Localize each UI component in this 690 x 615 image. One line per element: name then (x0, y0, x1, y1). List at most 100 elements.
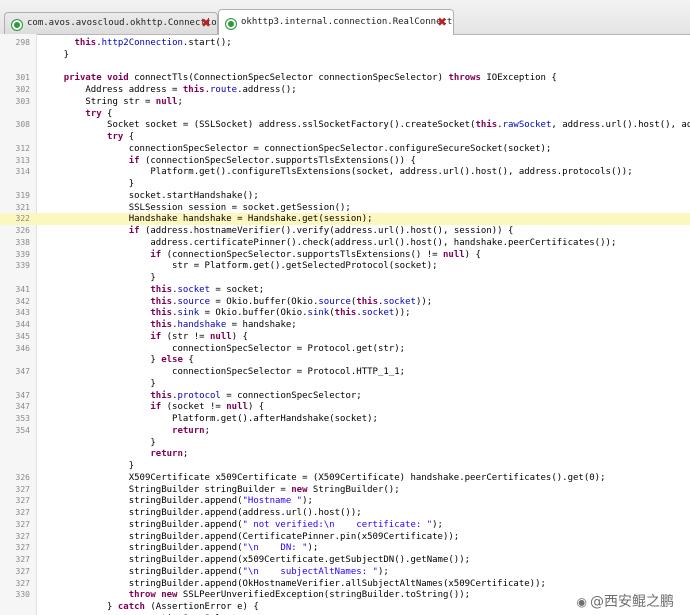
code-line[interactable]: } else { (0, 354, 690, 366)
code-line[interactable]: 327 stringBuilder.append("Hostname "); (0, 495, 690, 507)
code-line[interactable]: 338 address.certificatePinner().check(ad… (0, 237, 690, 249)
line-number: 327 (15, 484, 30, 494)
code-text: stringBuilder.append(x509Certificate.get… (42, 555, 471, 565)
code-text: stringBuilder.append(CertificatePinner.p… (42, 531, 460, 542)
code-line[interactable]: 347 this.protocol = connectionSpecSelect… (0, 390, 690, 402)
line-number: 327 (15, 566, 30, 576)
code-line[interactable]: try { (0, 131, 690, 143)
code-line[interactable]: 353 Platform.get().afterHandshake(socket… (0, 413, 690, 425)
code-line[interactable]: 327 stringBuilder.append("\n DN: "); (0, 542, 690, 554)
code-line[interactable]: 344 this.handshake = handshake; (0, 319, 690, 331)
code-line[interactable]: 308 Socket socket = (SSLSocket) address.… (0, 119, 690, 131)
code-text: } (42, 49, 70, 60)
code-line[interactable] (0, 61, 690, 73)
code-line[interactable]: 327 stringBuilder.append(" not verified:… (0, 519, 690, 531)
code-line[interactable]: return; (0, 448, 690, 460)
code-line[interactable]: } (0, 178, 690, 190)
code-editor[interactable]: 298 this.http2Connection.start(); } 301 p… (0, 34, 690, 615)
code-line[interactable]: 345 if (str != null) { (0, 331, 690, 343)
line-number: 303 (15, 96, 30, 106)
tab-label: com.avos.avoscloud.okhttp.Connection (27, 18, 218, 28)
code-line[interactable]: 341 this.socket = socket; (0, 284, 690, 296)
line-number: 347 (15, 367, 30, 376)
code-line[interactable]: 327 stringBuilder.append(OkHostnameVerif… (0, 578, 690, 590)
code-line[interactable]: 354 return; (0, 425, 690, 437)
code-text: Socket socket = (SSLSocket) address.sslS… (42, 120, 690, 131)
code-line[interactable]: 319 socket.startHandshake(); (0, 190, 690, 202)
line-number: 347 (15, 402, 30, 412)
editor-tab-bar: com.avos.avoscloud.okhttp.Connection ✖ o… (0, 0, 690, 35)
line-number: 344 (15, 320, 30, 329)
code-text: stringBuilder.append(OkHostnameVerifier.… (42, 578, 546, 589)
code-line[interactable]: 347 connectionSpecSelector = Protocol.HT… (0, 366, 690, 378)
tab-real-connection[interactable]: okhttp3.internal.connection.RealConnecti… (218, 9, 454, 35)
code-line[interactable]: 326 if (address.hostnameVerifier().verif… (0, 225, 690, 237)
code-line[interactable]: 327 stringBuilder.append("\n subjectAltN… (0, 566, 690, 578)
line-number: 302 (15, 85, 30, 94)
code-line[interactable]: 298 this.http2Connection.start(); (0, 37, 690, 49)
line-number: 326 (15, 226, 30, 235)
close-icon[interactable]: ✖ (201, 16, 211, 30)
tab-connection[interactable]: com.avos.avoscloud.okhttp.Connection ✖ (4, 12, 218, 34)
code-text: str = Platform.get().getSelectedProtocol… (42, 261, 438, 272)
close-icon[interactable]: ✖ (437, 15, 447, 29)
code-line[interactable]: 301 private void connectTls(ConnectionSp… (0, 72, 690, 84)
code-line[interactable]: 314 Platform.get().configureTlsExtension… (0, 166, 690, 178)
code-line[interactable]: } (0, 49, 690, 61)
code-line[interactable]: 346 connectionSpecSelector = Protocol.ge… (0, 343, 690, 355)
code-text: Platform.get().configureTlsExtensions(so… (42, 167, 633, 178)
code-line[interactable]: 327 StringBuilder stringBuilder = new St… (0, 484, 690, 496)
code-line[interactable]: 302 Address address = this.route.address… (0, 84, 690, 96)
line-number: 338 (15, 237, 30, 247)
code-text: } (42, 179, 135, 189)
code-text: connectionSpecSelector = Protocol.get(st… (42, 343, 406, 354)
code-line[interactable]: 322 Handshake handshake = Handshake.get(… (0, 213, 690, 226)
tab-label: okhttp3.internal.connection.RealConnecti… (241, 17, 454, 27)
line-number: 327 (15, 519, 30, 529)
line-number: 354 (15, 425, 30, 435)
code-text: if (connectionSpecSelector.supportsTlsEx… (128, 155, 416, 166)
code-text: } (42, 273, 156, 283)
line-number: 339 (15, 261, 30, 271)
code-text: return; (150, 449, 189, 460)
code-line[interactable]: 347 if (socket != null) { (0, 401, 690, 413)
line-number: 314 (15, 167, 30, 177)
line-number: 327 (15, 508, 30, 517)
code-line[interactable]: 327 stringBuilder.append(x509Certificate… (0, 554, 690, 566)
line-number: 347 (15, 390, 30, 400)
line-number: 343 (15, 308, 30, 318)
line-number: 327 (15, 555, 30, 564)
code-line[interactable]: 312 connectionSpecSelector = connectionS… (0, 143, 690, 155)
line-number: 308 (15, 120, 30, 130)
code-line[interactable]: 342 this.source = Okio.buffer(Okio.sourc… (0, 296, 690, 308)
code-line[interactable]: 339 if (connectionSpecSelector.supportsT… (0, 249, 690, 261)
code-line[interactable]: try { (0, 108, 690, 120)
code-text: this.source = Okio.buffer(Okio.source(th… (150, 296, 433, 307)
code-text: if (connectionSpecSelector.supportsTlsEx… (150, 249, 481, 260)
code-line[interactable]: } (0, 437, 690, 449)
code-text: throw new SSLPeerUnverifiedException(str… (128, 590, 471, 601)
code-line[interactable]: } (0, 272, 690, 284)
watermark: ◉ @西安鲲之鹏 (574, 591, 676, 611)
code-line[interactable]: 327 stringBuilder.append(CertificatePinn… (0, 531, 690, 543)
code-line[interactable]: 303 String str = null; (0, 96, 690, 108)
code-line[interactable]: } (0, 378, 690, 390)
code-text: stringBuilder.append(address.url().host(… (42, 508, 362, 518)
code-text: } catch (AssertionError e) { (42, 602, 259, 612)
code-text: address.certificatePinner().check(addres… (42, 237, 617, 248)
code-text: stringBuilder.append(" not verified:\n c… (42, 519, 443, 530)
line-number: 321 (15, 202, 30, 212)
class-file-icon (225, 18, 237, 30)
code-line[interactable]: 343 this.sink = Okio.buffer(Okio.sink(th… (0, 307, 690, 319)
line-number: 301 (15, 73, 30, 83)
code-text: this.socket = socket; (150, 284, 265, 295)
line-number: 327 (15, 496, 30, 506)
code-text: return; (172, 425, 210, 436)
code-line[interactable]: 339 str = Platform.get().getSelectedProt… (0, 260, 690, 272)
code-line[interactable]: 326 X509Certificate x509Certificate = (X… (0, 472, 690, 484)
code-line[interactable]: 313 if (connectionSpecSelector.supportsT… (0, 155, 690, 167)
code-line[interactable]: 327 stringBuilder.append(address.url().h… (0, 507, 690, 519)
class-file-icon (11, 19, 23, 31)
code-line[interactable]: 321 SSLSession session = socket.getSessi… (0, 202, 690, 214)
code-line[interactable]: } (0, 460, 690, 472)
